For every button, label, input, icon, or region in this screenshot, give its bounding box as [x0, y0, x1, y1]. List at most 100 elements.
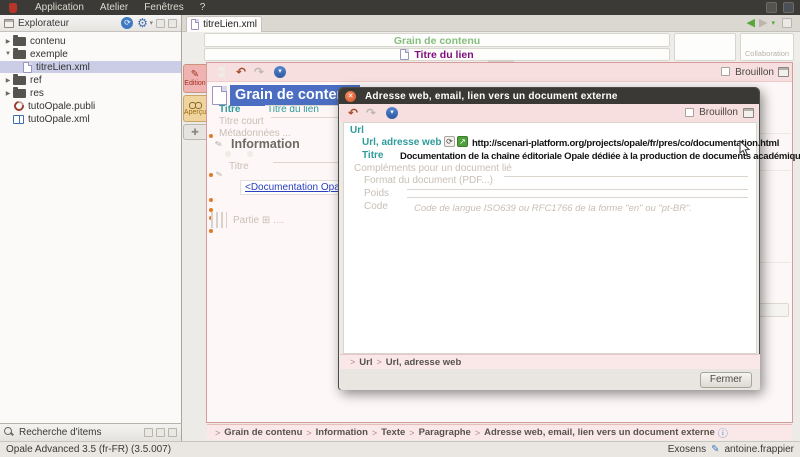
- collapse-arrow-icon[interactable]: ▶: [3, 38, 13, 45]
- tree-item-exemple[interactable]: ▼ exemple: [0, 48, 181, 60]
- folder-icon: [13, 37, 26, 46]
- draft-label: Brouillon: [735, 66, 774, 80]
- edit-pen-icon: ✎: [214, 138, 224, 151]
- info-icon[interactable]: ⓘ: [718, 425, 728, 440]
- expand-arrow-icon[interactable]: ▼: [3, 51, 13, 57]
- tray-icon-2[interactable]: [783, 2, 794, 13]
- undo-icon[interactable]: ↶: [348, 106, 358, 120]
- url-section-label: Url: [350, 125, 364, 136]
- item-bullet[interactable]: [209, 173, 213, 177]
- maximize-icon[interactable]: [743, 108, 754, 118]
- breadcrumb-sep: >: [215, 428, 220, 438]
- tree-item-res[interactable]: ▶ res: [0, 87, 181, 99]
- gear-icon[interactable]: ⚙: [136, 17, 148, 29]
- user-label[interactable]: antoine.frappier: [725, 444, 795, 455]
- panel-close-icon[interactable]: [168, 19, 177, 28]
- external-link-item[interactable]: <Documentation Opale>: [240, 180, 340, 195]
- tab-titrelien[interactable]: titreLien.xml: [186, 16, 262, 32]
- tree-item-tutoopale-xml[interactable]: tutoOpale.xml: [0, 113, 181, 125]
- redo-icon[interactable]: ↷: [254, 65, 264, 79]
- preview-header-zone: Grain de contenu Titre du lien Collabora…: [182, 32, 800, 62]
- titre-field-label: Titre: [362, 150, 384, 161]
- nav-forward-icon[interactable]: ▶: [759, 16, 767, 29]
- search-items-panel-header[interactable]: Recherche d'items: [0, 423, 182, 441]
- breadcrumb-item[interactable]: Url: [359, 357, 372, 368]
- tab-restore-icon[interactable]: [782, 18, 792, 28]
- draft-checkbox[interactable]: [685, 108, 694, 117]
- folder-icon: [13, 89, 26, 98]
- user-pen-icon: ✎: [711, 444, 719, 455]
- folder-icon: [13, 50, 26, 59]
- breadcrumb-item[interactable]: Adresse web, email, lien vers un documen…: [484, 427, 715, 438]
- undo-icon[interactable]: ↶: [236, 65, 246, 79]
- tree-item-ref[interactable]: ▶ ref: [0, 74, 181, 86]
- breadcrumb-item[interactable]: Paragraphe: [419, 427, 471, 438]
- item-bullet[interactable]: [209, 198, 213, 202]
- dialog-title: Adresse web, email, lien vers un documen…: [365, 91, 618, 102]
- reload-icon[interactable]: ⟳: [444, 136, 455, 147]
- menu-application[interactable]: Application: [27, 0, 92, 15]
- close-icon[interactable]: ✕: [345, 91, 356, 102]
- fermer-button[interactable]: Fermer: [700, 372, 752, 388]
- tree-item-tutoopale-publi[interactable]: tutoOpale.publi: [0, 100, 181, 112]
- side-tab-add[interactable]: ✚: [183, 124, 206, 140]
- poids-field-line[interactable]: [407, 189, 748, 190]
- company-label: Exosens: [668, 444, 706, 455]
- draft-checkbox[interactable]: [721, 67, 730, 76]
- breadcrumb-item[interactable]: Grain de contenu: [224, 427, 302, 438]
- folder-icon: [13, 76, 26, 85]
- code-field-line[interactable]: [407, 197, 748, 198]
- tree-item-titrelien[interactable]: titreLien.xml: [0, 61, 181, 73]
- tray-icon-1[interactable]: [766, 2, 777, 13]
- expand-plus-icon[interactable]: ⊞: [262, 215, 270, 226]
- item-bullet[interactable]: [209, 229, 213, 233]
- tree-item-label: exemple: [30, 49, 68, 60]
- panel-min-icon[interactable]: [144, 428, 153, 437]
- document-icon: [23, 62, 32, 73]
- dialog-titlebar[interactable]: ✕ Adresse web, email, lien vers un docum…: [339, 88, 759, 104]
- item-bullet[interactable]: [209, 134, 213, 138]
- explorer-title: Explorateur: [18, 18, 118, 29]
- menu-help[interactable]: ?: [192, 0, 214, 15]
- format-field-line[interactable]: [504, 176, 748, 177]
- actions-menu-icon[interactable]: ▾: [274, 66, 286, 78]
- partie-ellipsis: ....: [273, 215, 284, 226]
- refresh-icon[interactable]: ⟳: [121, 17, 133, 29]
- maximize-icon[interactable]: [778, 67, 789, 77]
- side-tab-edition[interactable]: ✎ Edition: [183, 64, 206, 93]
- collapse-arrow-icon[interactable]: ▶: [3, 77, 13, 84]
- url-field-value[interactable]: http://scenari-platform.org/projects/opa…: [472, 138, 779, 149]
- partie-row[interactable]: Partie ⊞ ....: [233, 215, 284, 226]
- breadcrumb-sep: >: [372, 428, 377, 438]
- glasses-icon: [189, 102, 202, 108]
- side-tab-apercu[interactable]: Aperçu: [183, 95, 206, 122]
- breadcrumb-item[interactable]: Texte: [381, 427, 405, 438]
- information-heading: Information: [231, 137, 300, 151]
- gear-dropdown-icon[interactable]: ▾: [149, 19, 153, 27]
- editor-breadcrumb: > Grain de contenu > Information > Texte…: [207, 424, 792, 440]
- redo-icon[interactable]: ↷: [366, 106, 376, 120]
- code-field-placeholder[interactable]: Code de langue ISO639 ou RFC1766 de la f…: [414, 203, 692, 214]
- dialog-footer: Fermer: [340, 369, 760, 390]
- panel-close-icon[interactable]: [168, 428, 177, 437]
- breadcrumb-item[interactable]: Information: [316, 427, 368, 438]
- open-link-icon[interactable]: ↗: [457, 136, 468, 147]
- tree-item-label: tutoOpale.publi: [28, 101, 95, 112]
- panel-restore-icon[interactable]: [156, 19, 165, 28]
- tree-item-contenu[interactable]: ▶ contenu: [0, 35, 181, 47]
- collapse-arrow-icon[interactable]: ▶: [3, 90, 13, 97]
- actions-menu-icon[interactable]: ▾: [386, 107, 398, 119]
- drag-bars-icon[interactable]: [211, 212, 227, 228]
- breadcrumb-sep: >: [350, 357, 355, 367]
- partie-label: Partie: [233, 215, 259, 226]
- menu-atelier[interactable]: Atelier: [92, 0, 136, 15]
- nav-history-icon[interactable]: ▾: [771, 19, 775, 27]
- app-version: Opale Advanced 3.5 (fr-FR) (3.5.007): [6, 444, 171, 455]
- panel-restore-icon[interactable]: [156, 428, 165, 437]
- menu-fenetres[interactable]: Fenêtres: [136, 0, 191, 15]
- nav-back-icon[interactable]: ◀: [747, 16, 755, 29]
- breadcrumb-item[interactable]: Url, adresse web: [386, 357, 462, 368]
- collaboration-panel[interactable]: Collaboration: [740, 33, 794, 61]
- tree-item-label: titreLien.xml: [36, 62, 90, 73]
- edit-pen-icon: ✎: [215, 169, 224, 179]
